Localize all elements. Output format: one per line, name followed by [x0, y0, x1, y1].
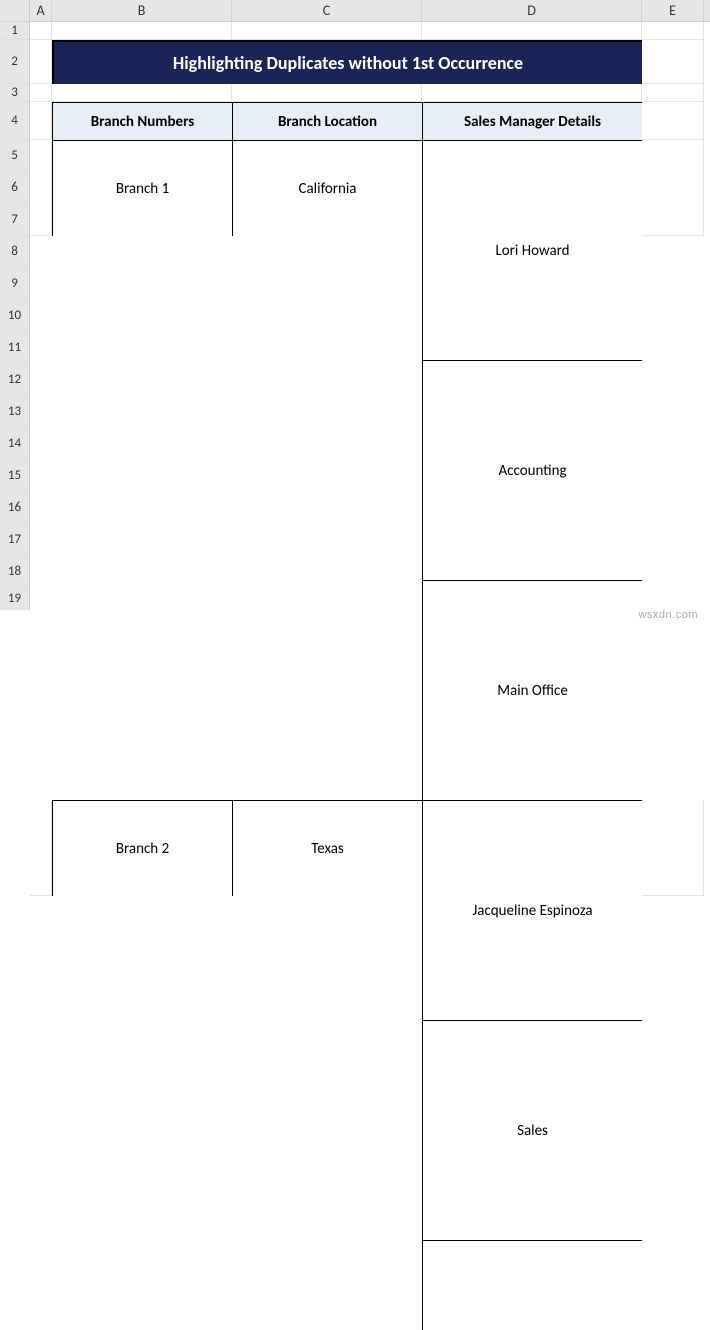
cell-D8[interactable]: Jacqueline Espinoza	[422, 800, 642, 1020]
col-header-C[interactable]: C	[232, 0, 422, 21]
row-header-11[interactable]: 11	[0, 332, 30, 364]
cell-C1[interactable]	[232, 22, 422, 40]
cell-A1[interactable]	[30, 22, 52, 40]
cell-E3[interactable]	[642, 84, 704, 102]
cell-A4[interactable]	[30, 102, 52, 140]
row-header-19[interactable]: 19	[0, 588, 30, 610]
cell-A8-10[interactable]	[30, 800, 52, 896]
row-header-10[interactable]: 10	[0, 300, 30, 332]
cell-D7[interactable]: Main Office	[422, 580, 642, 800]
cell-branch1-location[interactable]: California	[232, 140, 422, 236]
spreadsheet: A B C D E 1 2 3 4 5 6 7 8 9 10 11 12 13 …	[0, 0, 710, 665]
cell-branch2-location[interactable]: Texas	[232, 800, 422, 896]
cell-A3[interactable]	[30, 84, 52, 102]
row-header-column: 1 2 3 4 5 6 7 8 9 10 11 12 13 14 15 16 1…	[0, 22, 30, 610]
column-header-row: A B C D E	[0, 0, 710, 22]
cell-A2[interactable]	[30, 40, 52, 84]
row-header-6[interactable]: 6	[0, 172, 30, 204]
row-header-14[interactable]: 14	[0, 428, 30, 460]
cell-E2[interactable]	[642, 40, 704, 84]
select-all-corner[interactable]	[0, 0, 30, 22]
row-header-17[interactable]: 17	[0, 524, 30, 556]
cell-branch2-number[interactable]: Branch 2	[52, 800, 232, 896]
header-branch-location[interactable]: Branch Location	[232, 102, 422, 140]
row-header-1[interactable]: 1	[0, 22, 30, 40]
title-cell[interactable]: Highlighting Duplicates without 1st Occu…	[52, 40, 642, 84]
col-header-E[interactable]: E	[642, 0, 704, 21]
row-header-7[interactable]: 7	[0, 204, 30, 236]
row-header-12[interactable]: 12	[0, 364, 30, 396]
cell-D10[interactable]: 1200	[422, 1240, 642, 1330]
cell-D6[interactable]: Accounting	[422, 360, 642, 580]
col-header-B[interactable]: B	[52, 0, 232, 21]
grid: Highlighting Duplicates without 1st Occu…	[30, 22, 710, 1330]
header-branch-numbers[interactable]: Branch Numbers	[52, 102, 232, 140]
cell-B1[interactable]	[52, 22, 232, 40]
row-header-16[interactable]: 16	[0, 492, 30, 524]
watermark: wsxdn.com	[638, 609, 698, 621]
row-header-9[interactable]: 9	[0, 268, 30, 300]
col-header-A[interactable]: A	[30, 0, 52, 21]
cell-E1[interactable]	[642, 22, 704, 40]
cell-E8-10[interactable]	[642, 800, 704, 896]
cell-D3[interactable]	[422, 84, 642, 102]
cell-D5[interactable]: Lori Howard	[422, 140, 642, 360]
cell-D1[interactable]	[422, 22, 642, 40]
row-header-18[interactable]: 18	[0, 556, 30, 588]
cell-B3[interactable]	[52, 84, 232, 102]
cell-branch1-number[interactable]: Branch 1	[52, 140, 232, 236]
row-header-5[interactable]: 5	[0, 140, 30, 172]
cell-E5-7[interactable]	[642, 140, 704, 236]
row-header-3[interactable]: 3	[0, 84, 30, 102]
row-header-8[interactable]: 8	[0, 236, 30, 268]
row-header-2[interactable]: 2	[0, 40, 30, 84]
row-header-15[interactable]: 15	[0, 460, 30, 492]
header-sales-manager[interactable]: Sales Manager Details	[422, 102, 642, 140]
cell-C3[interactable]	[232, 84, 422, 102]
col-header-D[interactable]: D	[422, 0, 642, 21]
row-header-4[interactable]: 4	[0, 102, 30, 140]
row-header-13[interactable]: 13	[0, 396, 30, 428]
cell-E4[interactable]	[642, 102, 704, 140]
cell-A5-7[interactable]	[30, 140, 52, 236]
cell-D9[interactable]: Sales	[422, 1020, 642, 1240]
